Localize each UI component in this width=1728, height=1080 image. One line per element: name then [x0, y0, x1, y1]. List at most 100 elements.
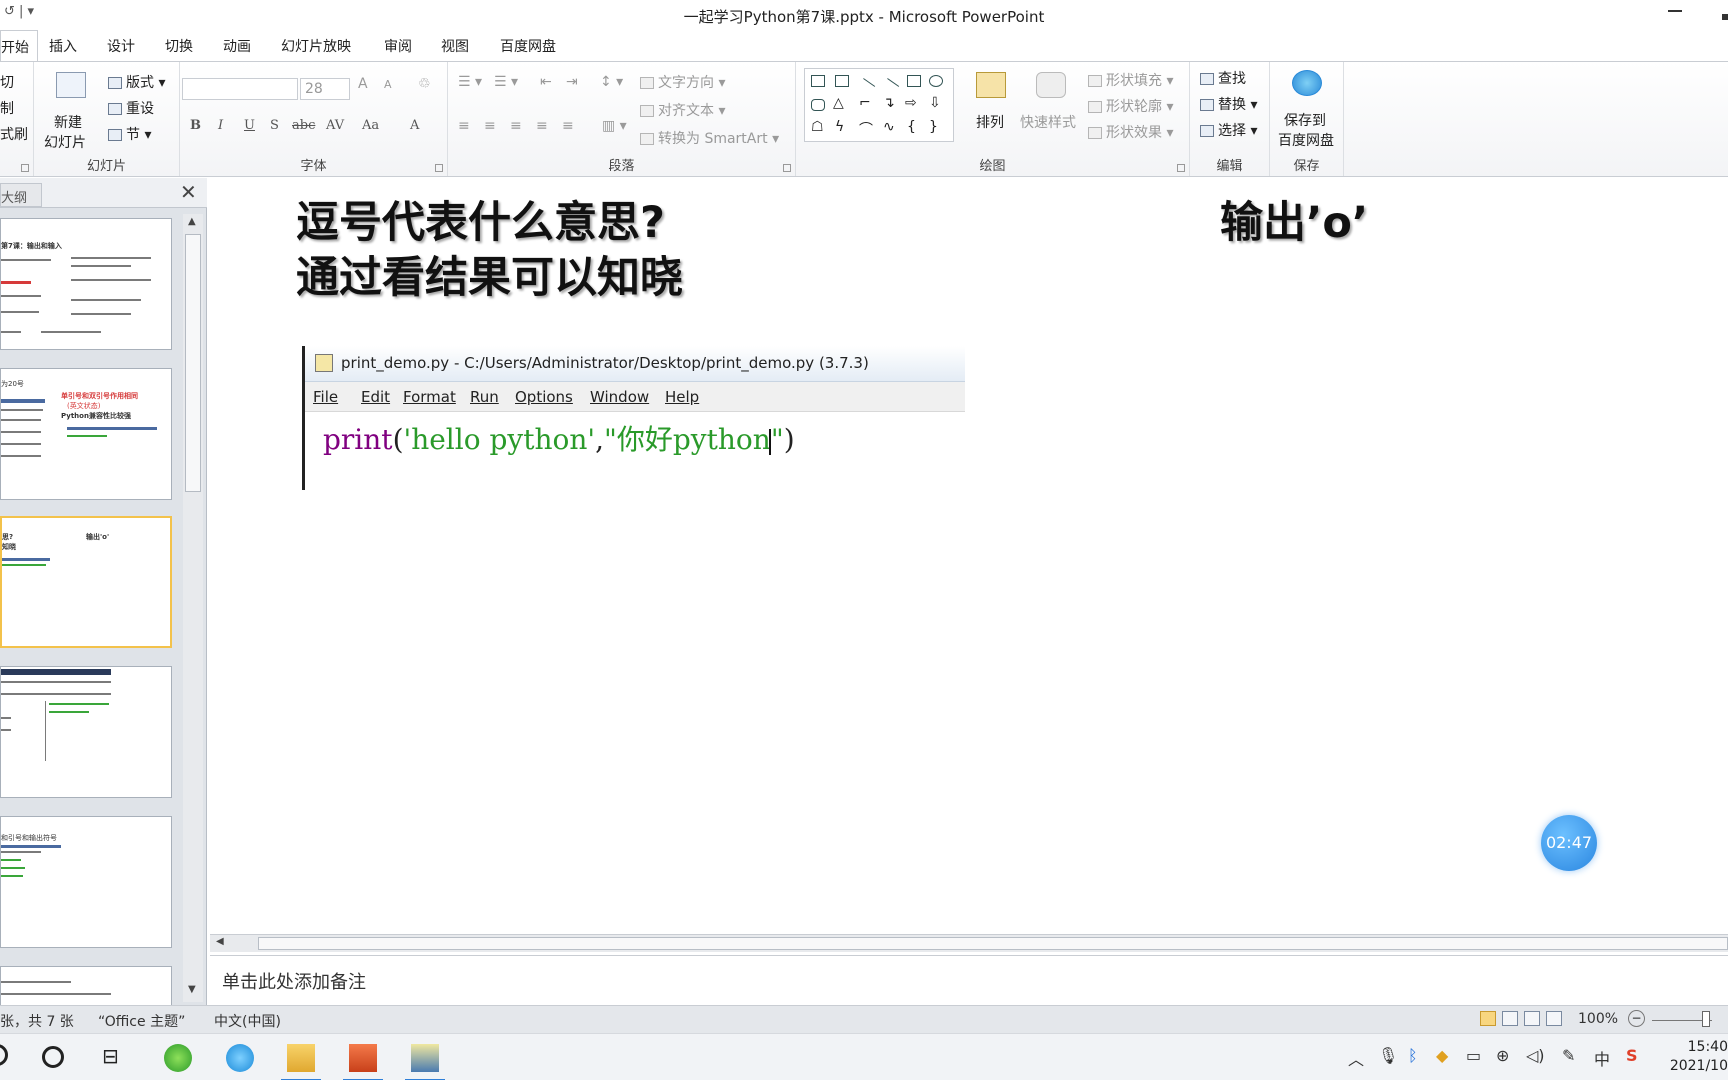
- start-icon[interactable]: [0, 1044, 8, 1066]
- language-indicator[interactable]: 中文(中国): [214, 1011, 281, 1031]
- python-idle-icon[interactable]: [405, 1044, 445, 1080]
- textbox-shape-icon[interactable]: [811, 75, 825, 87]
- oval-shape-icon[interactable]: [929, 75, 943, 87]
- arrange-button[interactable]: 排列: [976, 112, 1004, 132]
- tab-transitions[interactable]: 切换: [165, 36, 193, 56]
- font-color-button[interactable]: A: [410, 118, 419, 133]
- slide-thumbnail-3[interactable]: 思? 输出'o' 知晓: [0, 516, 172, 648]
- clipboard-launcher-icon[interactable]: [21, 164, 29, 172]
- app-tray-icon[interactable]: ◆: [1436, 1046, 1448, 1065]
- notes-placeholder[interactable]: 单击此处添加备注: [222, 968, 366, 994]
- scroll-down-icon[interactable]: ▼: [188, 984, 196, 995]
- justify-icon[interactable]: ≡: [536, 118, 548, 134]
- cut-button[interactable]: 切: [0, 72, 14, 92]
- arc-shape-icon[interactable]: ⌒: [859, 119, 873, 139]
- network-icon[interactable]: ⊕: [1496, 1046, 1509, 1065]
- curve-shape-icon[interactable]: ∿: [883, 119, 895, 135]
- microphone-icon[interactable]: 🎙: [1378, 1046, 1398, 1065]
- notes-pane[interactable]: 单击此处添加备注: [210, 955, 1728, 1005]
- align-center-icon[interactable]: ≡: [484, 118, 496, 134]
- volume-icon[interactable]: ◁): [1526, 1046, 1545, 1065]
- align-left-icon[interactable]: ≡: [458, 118, 470, 134]
- down-arrow-shape-icon[interactable]: ⇩: [929, 95, 941, 111]
- slide-heading-line2[interactable]: 通过看结果可以知晓: [296, 243, 683, 305]
- tab-design[interactable]: 设计: [107, 36, 135, 56]
- new-slide-label[interactable]: 幻灯片: [44, 132, 86, 152]
- columns-icon[interactable]: ▥ ▾: [602, 118, 627, 134]
- sogou-ime-icon[interactable]: S: [1626, 1046, 1638, 1065]
- zoom-slider-handle[interactable]: [1702, 1011, 1710, 1027]
- slide-thumbnail-4[interactable]: [0, 666, 172, 798]
- quick-styles-button[interactable]: 快速样式: [1020, 112, 1076, 132]
- normal-view-icon[interactable]: [1480, 1011, 1496, 1026]
- slide-thumbnail-5[interactable]: 和引号和输出符号: [0, 816, 172, 948]
- freeform-shape-icon[interactable]: ☖: [811, 119, 824, 135]
- shape-fill-button[interactable]: 形状填充 ▾: [1088, 70, 1173, 90]
- slide-sorter-view-icon[interactable]: [1502, 1011, 1518, 1026]
- tab-baidu-netdisk[interactable]: 百度网盘: [500, 36, 556, 56]
- italic-button[interactable]: I: [218, 118, 223, 133]
- drawing-launcher-icon[interactable]: [1177, 164, 1185, 172]
- slide-canvas[interactable]: 逗号代表什么意思? 通过看结果可以知晓 输出’o’ print_demo.py …: [210, 178, 1728, 934]
- reset-button[interactable]: 重设: [108, 98, 154, 118]
- pen-icon[interactable]: ✎: [1562, 1046, 1575, 1065]
- text-direction-button[interactable]: 文字方向 ▾: [640, 72, 725, 92]
- zoom-out-icon[interactable]: −: [1628, 1010, 1645, 1027]
- close-icon[interactable]: ✕: [180, 180, 197, 204]
- bold-button[interactable]: B: [190, 118, 201, 133]
- layout-button[interactable]: 版式 ▾: [108, 72, 165, 92]
- tray-expand-icon[interactable]: ︿: [1348, 1046, 1364, 1070]
- copy-button[interactable]: 制: [0, 98, 14, 118]
- horizontal-scrollbar[interactable]: ◀: [210, 934, 1728, 952]
- tab-insert[interactable]: 插入: [49, 36, 77, 56]
- right-arrow-shape-icon[interactable]: ⇨: [905, 95, 917, 111]
- numbering-icon[interactable]: ☰ ▾: [494, 74, 518, 90]
- bluetooth-icon[interactable]: ᛒ: [1408, 1046, 1418, 1065]
- shadow-button[interactable]: S: [270, 118, 279, 133]
- shape-outline-button[interactable]: 形状轮廓 ▾: [1088, 96, 1173, 116]
- slide-thumbnail-1[interactable]: 第7课：输出和输入: [0, 218, 172, 350]
- slideshow-view-icon[interactable]: [1546, 1011, 1562, 1026]
- taskbar-clock[interactable]: 15:40 2021/10: [1668, 1038, 1728, 1076]
- right-brace-shape-icon[interactable]: }: [929, 119, 938, 135]
- smartart-button[interactable]: 转换为 SmartArt ▾: [640, 128, 779, 148]
- find-button[interactable]: 查找: [1200, 68, 1246, 88]
- slide-thumbnail-2[interactable]: 为20号 单引号和双引号作用相同 (英文状态) Python兼容性比较强: [0, 368, 172, 500]
- grow-font-button[interactable]: A: [358, 76, 368, 92]
- tab-view[interactable]: 视图: [441, 36, 469, 56]
- scroll-left-icon[interactable]: ◀: [216, 936, 224, 947]
- align-text-button[interactable]: 对齐文本 ▾: [640, 100, 725, 120]
- panel-scrollbar[interactable]: ▲ ▼: [183, 214, 203, 1002]
- line-spacing-icon[interactable]: ↕ ▾: [600, 74, 623, 90]
- maximize-button[interactable]: [1722, 14, 1728, 20]
- increase-indent-icon[interactable]: ⇥: [566, 74, 578, 90]
- decrease-indent-icon[interactable]: ⇤: [540, 74, 552, 90]
- strikethrough-button[interactable]: abc: [292, 118, 315, 133]
- lightning-shape-icon[interactable]: ϟ: [835, 119, 844, 135]
- reading-view-icon[interactable]: [1524, 1011, 1540, 1026]
- save-to-netdisk-label[interactable]: 百度网盘: [1278, 130, 1334, 150]
- section-button[interactable]: 节 ▾: [108, 124, 151, 144]
- tab-animations[interactable]: 动画: [223, 36, 251, 56]
- elbow-connector-icon[interactable]: ⌐: [859, 95, 871, 111]
- align-right-icon[interactable]: ≡: [510, 118, 522, 134]
- font-name-box[interactable]: [182, 78, 298, 100]
- outline-tab[interactable]: 大纲: [0, 183, 42, 207]
- paragraph-launcher-icon[interactable]: [783, 164, 791, 172]
- replace-button[interactable]: 替换 ▾: [1200, 94, 1257, 114]
- new-slide-button[interactable]: 新建: [54, 112, 82, 132]
- 360-browser-icon[interactable]: [164, 1044, 192, 1072]
- vertical-textbox-shape-icon[interactable]: [835, 75, 849, 87]
- task-view-icon[interactable]: ⊟: [102, 1044, 130, 1072]
- powerpoint-icon[interactable]: [343, 1044, 383, 1080]
- rectangle-shape-icon[interactable]: [907, 75, 921, 87]
- distribute-icon[interactable]: ≡: [562, 118, 574, 134]
- rounded-rect-shape-icon[interactable]: [811, 99, 825, 111]
- scroll-up-icon[interactable]: ▲: [188, 216, 196, 227]
- arrow-shape-icon[interactable]: [880, 78, 900, 96]
- recording-timer[interactable]: 02:47: [1541, 815, 1597, 871]
- char-spacing-button[interactable]: AV: [326, 118, 344, 133]
- clear-format-icon[interactable]: ♲: [418, 76, 431, 92]
- panel-scroll-thumb[interactable]: [185, 234, 201, 492]
- shape-effects-button[interactable]: 形状效果 ▾: [1088, 122, 1173, 142]
